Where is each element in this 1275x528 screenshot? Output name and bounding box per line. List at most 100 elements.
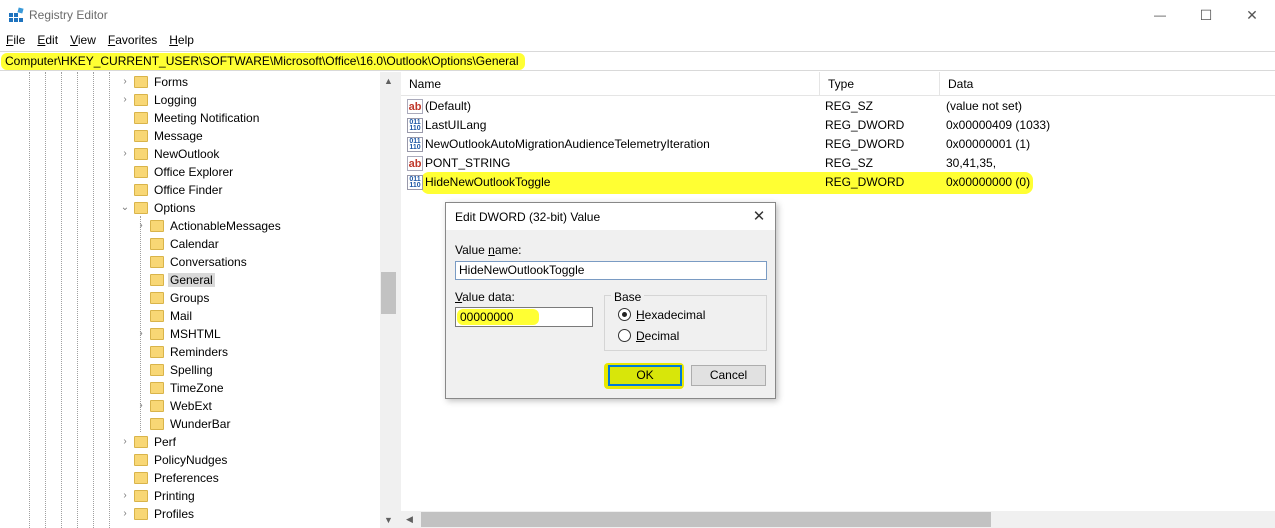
tree-item-label: Reminders — [170, 345, 229, 359]
tree-item-spelling[interactable]: Spelling — [0, 361, 380, 379]
scroll-up-icon[interactable]: ▲ — [380, 72, 397, 89]
folder-icon — [134, 130, 148, 142]
folder-icon — [134, 202, 148, 214]
tree-item-wunderbar[interactable]: WunderBar — [0, 415, 380, 433]
value-row-newoutlookautomigrationaudiencetelemetryiteration[interactable]: 011 110 NewOutlookAutoMigrationAudienceTel… — [401, 135, 1275, 154]
value-name-field[interactable]: HideNewOutlookToggle — [455, 261, 767, 280]
collapse-chevron-icon[interactable]: ⌄ — [120, 202, 130, 214]
tree-item-calendar[interactable]: Calendar — [0, 235, 380, 253]
tree-vertical-scrollbar[interactable]: ▲ ▼ — [380, 72, 397, 528]
tree-item-label: Meeting Notification — [154, 111, 260, 125]
tree-item-actionablemessages[interactable]: › ActionableMessages — [0, 217, 380, 235]
tree-item-policynudges[interactable]: PolicyNudges — [0, 451, 380, 469]
dialog-close-button[interactable]: ✕ — [749, 207, 769, 227]
tree-item-forms[interactable]: › Forms — [0, 73, 380, 91]
value-row--default-[interactable]: ab (Default) REG_SZ (value not set) — [401, 97, 1275, 116]
expand-chevron-icon[interactable]: › — [120, 148, 130, 160]
tree-item-label: Perf — [154, 435, 177, 449]
menu-file[interactable]: File — [0, 31, 31, 50]
ok-button[interactable]: OK — [608, 365, 682, 386]
tree-item-timezone[interactable]: TimeZone — [0, 379, 380, 397]
folder-icon — [134, 184, 148, 196]
tree-item-label: PolicyNudges — [154, 453, 228, 467]
expand-chevron-icon[interactable]: › — [136, 220, 146, 232]
radio-unchecked-icon[interactable] — [618, 329, 631, 342]
list-horizontal-scrollbar[interactable]: ◀ — [401, 511, 1275, 528]
tree-item-office-explorer[interactable]: Office Explorer — [0, 163, 380, 181]
list-header: Name Type Data — [401, 72, 1275, 96]
tree-item-webext[interactable]: › WebExt — [0, 397, 380, 415]
tree-item-office-finder[interactable]: Office Finder — [0, 181, 380, 199]
tree-scroll-thumb[interactable] — [381, 272, 396, 314]
list-scroll-thumb[interactable] — [421, 512, 991, 527]
maximize-button[interactable]: ☐ — [1183, 0, 1229, 30]
scroll-down-icon[interactable]: ▼ — [380, 511, 397, 528]
tree-item-label: WebExt — [170, 399, 212, 413]
value-data: (value not set) — [946, 99, 1023, 113]
minimize-button[interactable]: — — [1137, 0, 1183, 30]
menu-view[interactable]: View — [64, 31, 102, 50]
menu-help[interactable]: Help — [163, 31, 200, 50]
tree-item-profiles[interactable]: › Profiles — [0, 505, 380, 523]
menu-favorites[interactable]: Favorites — [102, 31, 163, 50]
close-button[interactable]: ✕ — [1229, 0, 1275, 30]
folder-icon — [134, 454, 148, 466]
expand-chevron-icon[interactable]: › — [120, 490, 130, 502]
tree-item-perf[interactable]: › Perf — [0, 433, 380, 451]
value-type: REG_DWORD — [825, 118, 905, 132]
value-type: REG_SZ — [825, 156, 874, 170]
dword-value-icon: 011 110 — [407, 118, 423, 133]
folder-icon — [150, 400, 164, 412]
value-data-field[interactable]: 00000000 — [455, 307, 593, 327]
tree-item-label: Mail — [170, 309, 193, 323]
tree-item-logging[interactable]: › Logging — [0, 91, 380, 109]
value-data: 0x00000001 (1) — [946, 137, 1031, 151]
address-path[interactable]: Computer\HKEY_CURRENT_USER\SOFTWARE\Micr… — [1, 53, 525, 70]
value-row-lastuilang[interactable]: 011 110 LastUILang REG_DWORD 0x00000409 (103… — [401, 116, 1275, 135]
expand-chevron-icon[interactable]: › — [120, 436, 130, 448]
tree-item-reminders[interactable]: Reminders — [0, 343, 380, 361]
dialog-title-bar: Edit DWORD (32-bit) Value ✕ — [446, 203, 775, 230]
column-header-name[interactable]: Name — [401, 72, 820, 96]
key-tree-pane[interactable]: › Forms › Logging Meeting Notification Messag… — [0, 72, 397, 528]
menu-bar: File Edit View Favorites Help — [0, 31, 200, 50]
tree-item-mshtml[interactable]: › MSHTML — [0, 325, 380, 343]
string-value-icon: ab — [407, 99, 423, 114]
cancel-button[interactable]: Cancel — [691, 365, 766, 386]
tree-item-mail[interactable]: Mail — [0, 307, 380, 325]
tree-item-options[interactable]: ⌄ Options — [0, 199, 380, 217]
tree-item-printing[interactable]: › Printing — [0, 487, 380, 505]
address-bar[interactable]: Computer\HKEY_CURRENT_USER\SOFTWARE\Micr… — [0, 51, 1275, 71]
expand-chevron-icon[interactable]: › — [120, 508, 130, 520]
tree-item-meeting-notification[interactable]: Meeting Notification — [0, 109, 380, 127]
tree-item-conversations[interactable]: Conversations — [0, 253, 380, 271]
window-title: Registry Editor — [29, 8, 108, 22]
column-header-type[interactable]: Type — [820, 72, 940, 96]
tree-item-general[interactable]: General — [0, 271, 380, 289]
tree-item-label: Logging — [154, 93, 197, 107]
tree-item-message[interactable]: Message — [0, 127, 380, 145]
folder-icon — [150, 382, 164, 394]
radio-checked-icon[interactable] — [618, 308, 631, 321]
expand-chevron-icon[interactable]: › — [120, 94, 130, 106]
expand-chevron-icon[interactable]: › — [120, 76, 130, 88]
tree-item-preferences[interactable]: Preferences — [0, 469, 380, 487]
folder-icon — [150, 310, 164, 322]
expand-chevron-icon[interactable]: › — [136, 400, 146, 412]
menu-edit[interactable]: Edit — [31, 31, 64, 50]
tree-item-newoutlook[interactable]: › NewOutlook — [0, 145, 380, 163]
folder-icon — [134, 436, 148, 448]
scroll-left-icon[interactable]: ◀ — [401, 511, 418, 528]
tree-item-label: NewOutlook — [154, 147, 220, 161]
tree-item-groups[interactable]: Groups — [0, 289, 380, 307]
folder-icon — [150, 328, 164, 340]
value-row-hidenewoutlooktoggle[interactable]: 011 110 HideNewOutlookToggle REG_DWORD 0x000… — [401, 173, 1275, 192]
column-header-data[interactable]: Data — [940, 72, 1275, 96]
hexadecimal-label: Hexadecimal — [636, 308, 706, 322]
value-row-pont-string[interactable]: ab PONT_STRING REG_SZ 30,41,35, — [401, 154, 1275, 173]
dword-value-icon: 011 110 — [407, 137, 423, 152]
expand-chevron-icon[interactable]: › — [136, 328, 146, 340]
value-name: HideNewOutlookToggle — [425, 175, 551, 189]
tree-item-label: Office Finder — [154, 183, 223, 197]
tree-item-label: ActionableMessages — [170, 219, 281, 233]
